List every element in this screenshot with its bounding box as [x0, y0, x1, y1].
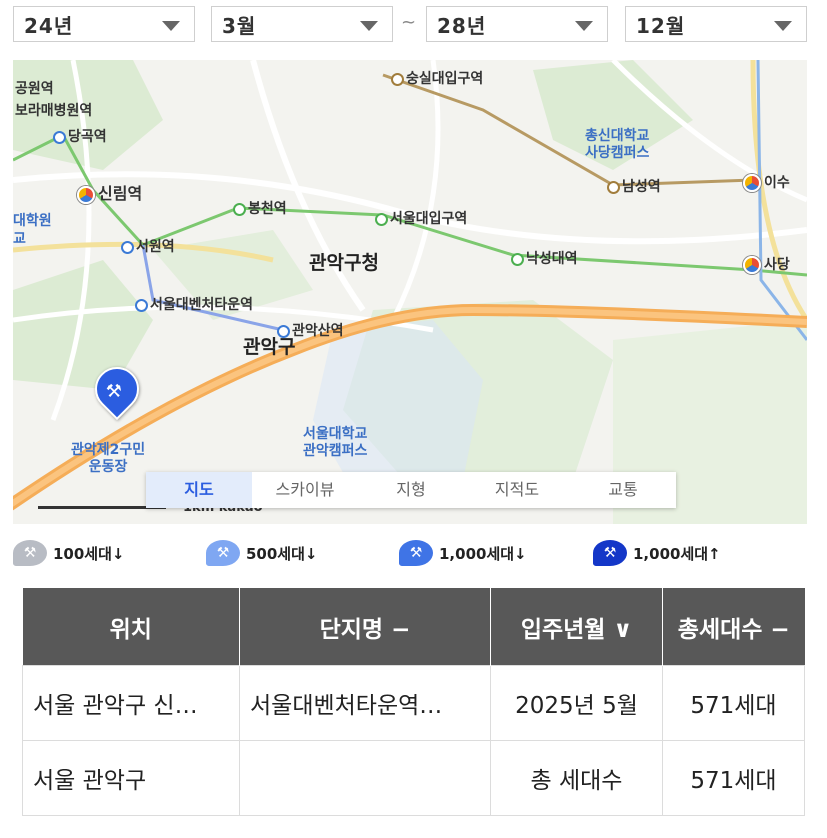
map-label-soongsil: 숭실대입구역 [391, 68, 483, 88]
cell-total-label: 총 세대수 [490, 740, 663, 816]
cell-location: 서울 관악구 [22, 740, 240, 816]
end-year-value: 28년 [437, 13, 487, 38]
table-header-row: 위치 단지명 − 입주년월 ∨ 총세대수 − [22, 588, 805, 666]
apartment-table: 위치 단지명 − 입주년월 ∨ 총세대수 − 서울 관악구 신… 서울대벤처타운… [22, 588, 805, 816]
cell-move-in: 2025년 5월 [490, 665, 663, 741]
start-month-select[interactable]: 3월 [211, 6, 393, 42]
legend-label: 1,000세대↑ [633, 544, 721, 563]
end-month-value: 12월 [636, 13, 686, 38]
hammer-icon: ⚒ [593, 540, 627, 566]
map-label-snu-station: 서울대입구역 [375, 208, 467, 228]
map-label-dangok: 당곡역 [53, 126, 107, 146]
legend-label: 100세대↓ [53, 544, 125, 563]
station-icon [511, 252, 524, 266]
station-icon [375, 212, 388, 226]
map-view[interactable]: 공원역 보라매병원역 당곡역 신림역 대학원 교 서원역 봉천역 서울대입구역 … [13, 60, 807, 524]
chevron-down-icon [162, 21, 180, 31]
transfer-station-icon [743, 256, 761, 274]
map-label-snu-campus: 서울대학교 관악캠퍼스 [303, 426, 368, 459]
legend-item: ⚒ 1,000세대↓ [399, 540, 527, 566]
map-label-boramae: 보라매병원역 [15, 103, 93, 119]
station-icon [233, 202, 246, 216]
map-label-sillim: 신림역 [77, 180, 142, 204]
range-separator: ~ [401, 12, 417, 33]
map-label-chongshin: 총신대학교 사당캠퍼스 [585, 128, 650, 161]
tab-cadastral[interactable]: 지적도 [464, 472, 570, 508]
tab-traffic[interactable]: 교통 [570, 472, 676, 508]
legend-item: ⚒ 500세대↓ [206, 540, 317, 566]
start-month-value: 3월 [222, 13, 257, 38]
marker-legend: ⚒ 100세대↓ ⚒ 500세대↓ ⚒ 1,000세대↓ ⚒ 1,000세대↑ [13, 536, 813, 576]
map-label-seowon: 서원역 [121, 236, 175, 256]
tab-map[interactable]: 지도 [146, 472, 252, 508]
cell-total-households: 571세대 [662, 740, 805, 816]
cell-complex [239, 740, 491, 816]
map-label-gongwon: 공원역 [15, 81, 54, 97]
map-label-gwanak-office: 관악구청 [309, 252, 379, 274]
hammer-icon: ⚒ [105, 380, 122, 402]
column-header-households[interactable]: 총세대수 − [662, 588, 805, 666]
end-year-select[interactable]: 28년 [426, 6, 608, 42]
map-label-bongcheon: 봉천역 [233, 198, 287, 218]
map-type-tabs: 지도 스카이뷰 지형 지적도 교통 [146, 472, 676, 508]
map-label-isu: 이수 [743, 172, 790, 192]
hammer-icon: ⚒ [399, 540, 433, 566]
legend-item: ⚒ 1,000세대↑ [593, 540, 721, 566]
map-label-naksungdae: 낙성대역 [511, 248, 578, 268]
map-label-sadang: 사당 [743, 254, 790, 274]
chevron-down-icon [575, 21, 593, 31]
station-icon [607, 180, 620, 194]
legend-item: ⚒ 100세대↓ [13, 540, 124, 566]
chevron-down-icon [360, 21, 378, 31]
transfer-station-icon [743, 174, 761, 192]
map-label-gyo: 교 [13, 231, 26, 247]
end-month-select[interactable]: 12월 [625, 6, 807, 42]
table-summary-row: 서울 관악구 총 세대수 571세대 [22, 740, 805, 816]
table-row[interactable]: 서울 관악구 신… 서울대벤처타운역… 2025년 5월 571세대 [22, 665, 805, 741]
cell-households: 571세대 [662, 665, 805, 741]
map-label-gwanak2: 관악제2구민 운동장 [71, 442, 146, 475]
map-label-gwanak-gu: 관악구 [243, 336, 296, 358]
station-icon [53, 130, 66, 144]
cell-complex[interactable]: 서울대벤처타운역… [239, 665, 491, 741]
legend-label: 500세대↓ [246, 544, 318, 563]
column-header-complex[interactable]: 단지명 − [239, 588, 491, 666]
hammer-icon: ⚒ [206, 540, 240, 566]
chevron-down-icon [774, 21, 792, 31]
station-icon [135, 298, 148, 312]
map-label-daehakwon: 대학원 [13, 213, 52, 229]
tab-terrain[interactable]: 지형 [358, 472, 464, 508]
map-label-namseong: 남성역 [607, 176, 661, 196]
station-icon [121, 240, 134, 254]
start-year-select[interactable]: 24년 [13, 6, 195, 42]
station-icon [391, 72, 404, 86]
cell-location: 서울 관악구 신… [22, 665, 240, 741]
legend-label: 1,000세대↓ [439, 544, 527, 563]
column-header-location[interactable]: 위치 [22, 588, 240, 666]
start-year-value: 24년 [24, 13, 74, 38]
tab-skyview[interactable]: 스카이뷰 [252, 472, 358, 508]
column-header-move-in[interactable]: 입주년월 ∨ [490, 588, 663, 666]
map-label-venture-station: 서울대벤처타운역 [135, 294, 253, 314]
hammer-icon: ⚒ [13, 540, 47, 566]
transfer-station-icon [77, 185, 95, 204]
